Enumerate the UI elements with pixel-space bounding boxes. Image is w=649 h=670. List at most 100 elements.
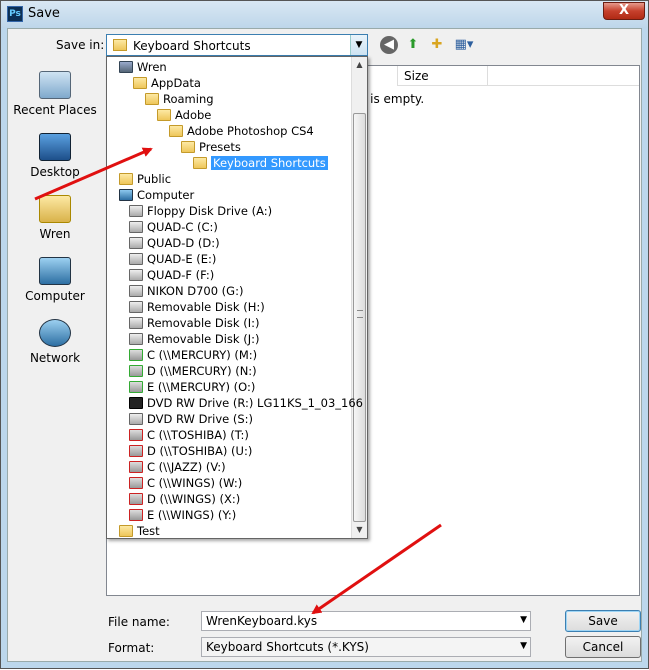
drive-icon [129,237,143,249]
dropdown-item[interactable]: Wren [119,59,167,75]
chevron-down-icon[interactable]: ▼ [520,641,527,651]
dropdown-item-label: Computer [137,188,195,202]
chevron-down-icon[interactable]: ▼ [350,35,367,55]
dropdown-item[interactable]: QUAD-F (F:) [129,267,214,283]
dropdown-item-label: D (\\WINGS) (X:) [147,492,241,506]
save-in-value: Keyboard Shortcuts [133,39,251,53]
dropdown-item[interactable]: E (\\WINGS) (Y:) [129,507,236,523]
chevron-down-icon[interactable]: ▼ [520,615,527,625]
dropdown-item[interactable]: DVD RW Drive (S:) [129,411,253,427]
save-dialog: Ps Save X Save in: Keyboard Shortcuts ▼ … [0,0,649,669]
place-desktop[interactable]: Desktop [8,133,102,179]
dropdown-item-label: Removable Disk (I:) [147,316,260,330]
dropdown-item-label: C (\\WINGS) (W:) [147,476,243,490]
dropdown-item[interactable]: D (\\MERCURY) (N:) [129,363,257,379]
grip-icon [357,310,363,318]
dialog-client: Save in: Keyboard Shortcuts ▼ ◀ ⬆ ✚ ▦▾ R… [7,28,642,662]
scroll-up-icon[interactable]: ▲ [352,57,367,73]
place-wren[interactable]: Wren [8,195,102,241]
place-network[interactable]: Network [8,319,102,365]
drive-icon [129,269,143,281]
views-menu-icon[interactable]: ▦▾ [451,36,477,54]
format-select[interactable]: Keyboard Shortcuts (*.KYS) ▼ [201,637,531,657]
folder-icon [193,157,207,169]
cancel-button[interactable]: Cancel [565,636,641,658]
dropdown-scrollbar[interactable]: ▲ ▼ [351,57,367,538]
dropdown-item-label: QUAD-E (E:) [147,252,217,266]
file-name-input[interactable]: WrenKeyboard.kys ▼ [201,611,531,631]
back-icon[interactable]: ◀ [380,36,398,54]
place-label: Wren [39,227,71,241]
net-bad-icon [129,429,143,441]
dropdown-item-label: NIKON D700 (G:) [147,284,244,298]
title-bar[interactable]: Ps Save X [1,1,648,28]
column-header-size[interactable]: Size [397,66,487,86]
new-folder-icon[interactable]: ✚ [428,36,446,54]
dropdown-item[interactable]: Adobe Photoshop CS4 [169,123,314,139]
dropdown-item[interactable]: Presets [181,139,241,155]
net-bad-icon [129,493,143,505]
net-bad-icon [129,461,143,473]
save-in-dropdown-list[interactable]: ▲ ▼ Wren AppData Roaming Adobe Adobe Photosh… [106,56,368,539]
desktop-icon [39,133,71,161]
folder-icon [133,77,147,89]
scroll-down-icon[interactable]: ▼ [352,522,367,538]
net-bad-icon [129,477,143,489]
dropdown-item-label: C (\\JAZZ) (V:) [147,460,226,474]
dropdown-item[interactable]: D (\\WINGS) (X:) [129,491,240,507]
dropdown-item[interactable]: C (\\WINGS) (W:) [129,475,242,491]
dropdown-item-label: Removable Disk (H:) [147,300,265,314]
close-button[interactable]: X [603,2,645,20]
dropdown-item[interactable]: AppData [133,75,201,91]
place-label: Recent Places [13,103,97,117]
dropdown-item-label: C (\\MERCURY) (M:) [147,348,258,362]
dropdown-item-label: Adobe Photoshop CS4 [187,124,314,138]
dropdown-item[interactable]: E (\\MERCURY) (O:) [129,379,255,395]
dropdown-item[interactable]: Test [119,523,160,538]
folder-icon [119,525,133,537]
dropdown-item[interactable]: Keyboard Shortcuts [193,155,328,171]
dropdown-item[interactable]: C (\\TOSHIBA) (T:) [129,427,249,443]
dropdown-item-label: C (\\TOSHIBA) (T:) [147,428,249,442]
dropdown-item[interactable]: QUAD-E (E:) [129,251,216,267]
removable-icon [129,285,143,297]
dropdown-item[interactable]: QUAD-D (D:) [129,235,220,251]
dropdown-item[interactable]: Removable Disk (J:) [129,331,259,347]
place-recent-places[interactable]: Recent Places [8,71,102,117]
removable-icon [129,317,143,329]
dropdown-item[interactable]: Removable Disk (H:) [129,299,265,315]
dropdown-item[interactable]: NIKON D700 (G:) [129,283,243,299]
dropdown-item[interactable]: Roaming [145,91,214,107]
dropdown-item[interactable]: C (\\MERCURY) (M:) [129,347,257,363]
network-icon [39,319,71,347]
dropdown-item[interactable]: Computer [119,187,194,203]
place-label: Desktop [30,165,80,179]
save-button[interactable]: Save [565,610,641,632]
dropdown-item-label: QUAD-D (D:) [147,236,220,250]
removable-icon [129,301,143,313]
column-header-blank [487,66,639,86]
dropdown-item[interactable]: D (\\TOSHIBA) (U:) [129,443,252,459]
place-label: Network [29,351,81,365]
place-computer[interactable]: Computer [8,257,102,303]
scroll-thumb[interactable] [353,113,366,522]
dropdown-item-label: Presets [199,140,241,154]
format-value: Keyboard Shortcuts (*.KYS) [206,640,369,654]
drive-icon [129,413,143,425]
dropdown-item[interactable]: Adobe [157,107,211,123]
folder-icon [181,141,195,153]
dropdown-item[interactable]: QUAD-C (C:) [129,219,218,235]
up-folder-icon[interactable]: ⬆ [404,36,422,54]
photoshop-icon: Ps [7,6,23,22]
dropdown-item[interactable]: DVD RW Drive (R:) LG11KS_1_03_166 [129,395,363,411]
dropdown-item-label: Floppy Disk Drive (A:) [147,204,273,218]
dropdown-item[interactable]: C (\\JAZZ) (V:) [129,459,226,475]
dropdown-item[interactable]: Floppy Disk Drive (A:) [129,203,272,219]
dropdown-item[interactable]: Removable Disk (I:) [129,315,259,331]
dropdown-item[interactable]: Public [119,171,171,187]
save-in-combo[interactable]: Keyboard Shortcuts ▼ [106,34,368,56]
window-title: Save [28,6,60,21]
folder-icon [113,39,127,51]
drive-icon [129,253,143,265]
dropdown-item-label: Wren [137,60,167,74]
